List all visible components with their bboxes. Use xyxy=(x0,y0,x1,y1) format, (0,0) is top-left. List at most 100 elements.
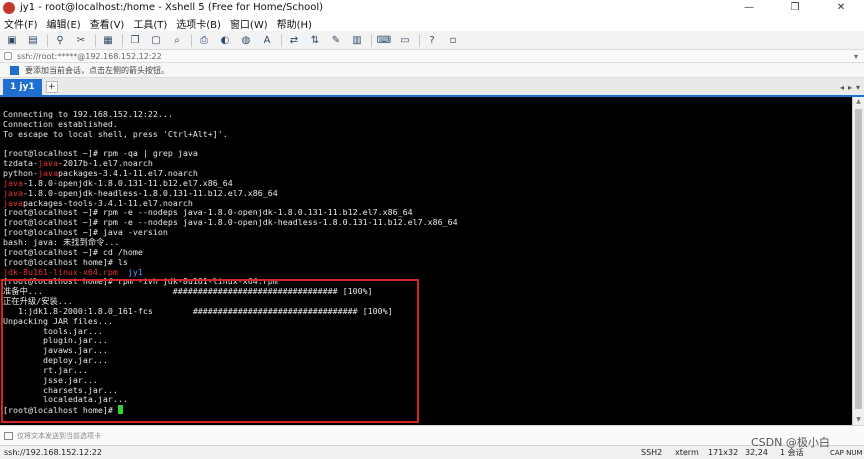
toolbar-separator xyxy=(371,33,372,47)
terminal-text: jdk-8u161-linux-x64.rpm xyxy=(3,266,118,277)
terminal-text: [root@localhost ~]# rpm -qa | grep java xyxy=(3,148,198,159)
minimize-button[interactable]: — xyxy=(726,0,772,15)
terminal-text: python- xyxy=(3,168,38,179)
font-icon[interactable]: A xyxy=(259,33,275,48)
tab-next-icon[interactable]: ▸ xyxy=(848,83,852,92)
terminal-text: To escape to local shell, press 'Ctrl+Al… xyxy=(3,128,228,139)
status-bar: ssh://192.168.152.12:22 SSH2 xterm 171x3… xyxy=(0,436,864,459)
csdn-watermark: CSDN @极小白 xyxy=(751,436,830,449)
terminal-text: [root@localhost ~]# rpm -e --nodeps java… xyxy=(3,217,458,228)
menu-view[interactable]: 查看(V) xyxy=(90,16,125,31)
toolbar-separator xyxy=(95,33,96,47)
terminal-text: Connecting to 192.168.152.12:22... xyxy=(3,109,173,119)
address-bar[interactable]: ssh://root:*****@192.168.152.12:22 ▾ xyxy=(0,50,864,63)
terminal-line: [root@localhost ~]# java -version xyxy=(3,227,852,238)
terminal-text: [root@localhost ~]# cd /home xyxy=(3,246,143,257)
xftp-icon[interactable]: ⇅ xyxy=(307,33,323,48)
hint-text: 要添加当前会话，点击左侧的箭头按钮。 xyxy=(25,65,169,75)
tab-navigation: ◂ ▸ ▾ xyxy=(840,83,864,92)
terminal-line: Connecting to 192.168.152.12:22... xyxy=(3,109,852,120)
scroll-up-icon[interactable]: ▲ xyxy=(853,97,864,107)
terminal-text: java xyxy=(3,187,23,198)
terminal-text: Connection established. xyxy=(3,118,118,129)
close-button[interactable]: ✕ xyxy=(818,0,864,15)
lock-icon[interactable]: ▥ xyxy=(349,33,365,48)
terminal-text: [root@localhost ~]# java -version xyxy=(3,227,168,238)
menu-file[interactable]: 文件(F) xyxy=(4,16,38,31)
terminal-text: java xyxy=(3,197,23,208)
toolbar-separator xyxy=(191,33,192,47)
terminal-text: java xyxy=(37,168,58,179)
print-icon[interactable]: ⎙ xyxy=(196,33,212,48)
menu-help[interactable]: 帮助(H) xyxy=(277,16,312,31)
compose-text: 仅将文本发送到当前选项卡 xyxy=(17,431,101,440)
compose-bar[interactable]: 仅将文本发送到当前选项卡 xyxy=(0,425,864,446)
tab-list-icon[interactable]: ▾ xyxy=(856,83,860,92)
status-terminal-type: xterm xyxy=(675,448,699,457)
scroll-down-icon[interactable]: ▼ xyxy=(853,415,864,425)
vertical-scrollbar[interactable]: ▲ ▼ xyxy=(852,97,864,425)
menu-window[interactable]: 窗口(W) xyxy=(230,16,268,31)
terminal-text: bash: java: 未找到命令... xyxy=(3,236,120,247)
keyboard-icon[interactable]: ⌨ xyxy=(376,33,392,48)
window-title: jy1 - root@localhost:/home - Xshell 5 (F… xyxy=(20,2,324,13)
window-controls: — ❐ ✕ xyxy=(726,0,864,15)
terminal-text: -1.8.0-openjdk-1.8.0.131-11.b12.el7.x86_… xyxy=(22,177,233,188)
terminal-text: -1.8.0-openjdk-headless-1.8.0.131-11.b12… xyxy=(22,187,278,198)
tab-prev-icon[interactable]: ◂ xyxy=(840,83,844,92)
terminal-text: -2017b-1.el7.noarch xyxy=(57,158,153,169)
address-text[interactable]: ssh://root:*****@192.168.152.12:22 xyxy=(17,52,162,61)
toolbar: ▣ ▤ ⚲ ✂ ▦ ❐ ▢ ⌕ ⎙ ◐ ◍ A ⇄ ⇅ ✎ ▥ ⌨ ▭ ? ▫ xyxy=(0,31,864,50)
terminal-line: [root@localhost ~]# cd /home xyxy=(3,246,852,258)
toolbar-separator xyxy=(419,33,420,47)
compose-bar-icon[interactable] xyxy=(4,431,13,440)
terminal-text: packages-tools-3.4.1-11.el7.noarch xyxy=(22,197,193,208)
terminal-text: jy1 xyxy=(127,266,143,277)
extra-icon[interactable]: ▫ xyxy=(445,33,461,48)
new-session-icon[interactable]: ▣ xyxy=(4,33,20,48)
toolbar-separator xyxy=(122,33,123,47)
highlight-box xyxy=(1,279,419,423)
help-icon[interactable]: ? xyxy=(424,33,440,48)
transfer-icon[interactable]: ⇄ xyxy=(286,33,302,48)
xshell-app-icon xyxy=(3,1,15,14)
tab-jy1[interactable]: 1 jy1 xyxy=(3,79,42,95)
status-host: ssh://192.168.152.12:22 xyxy=(4,448,102,457)
terminal-text: [root@localhost home]# ls xyxy=(3,256,128,267)
status-protocol: SSH2 xyxy=(641,448,663,457)
hint-bar: 要添加当前会话，点击左侧的箭头按钮。 xyxy=(0,63,864,78)
menu-edit[interactable]: 编辑(E) xyxy=(47,16,81,31)
terminal-text: tzdata- xyxy=(3,158,38,169)
menu-bar: 文件(F) 编辑(E) 查看(V) 工具(T) 选项卡(B) 窗口(W) 帮助(… xyxy=(0,15,864,31)
find-icon[interactable]: ⌕ xyxy=(169,33,185,48)
copy-icon[interactable]: ❐ xyxy=(127,33,143,48)
link-icon[interactable]: ⚲ xyxy=(52,33,68,48)
terminal-text: java xyxy=(3,177,23,188)
scroll-thumb[interactable] xyxy=(855,109,862,409)
restore-button[interactable]: ❐ xyxy=(772,0,818,15)
status-keys: CAP NUM xyxy=(830,448,863,457)
open-folder-icon[interactable]: ▤ xyxy=(25,33,41,48)
layout-icon[interactable]: ▭ xyxy=(397,33,413,48)
tab-bar: 1 jy1 + ◂ ▸ ▾ xyxy=(0,78,864,97)
toolbar-separator xyxy=(47,33,48,47)
paste-icon[interactable]: ▢ xyxy=(148,33,164,48)
terminal-line: To escape to local shell, press 'Ctrl+Al… xyxy=(3,128,852,140)
globe-icon[interactable]: ◍ xyxy=(238,33,254,48)
color-scheme-icon[interactable]: ◐ xyxy=(217,33,233,48)
session-icon xyxy=(4,52,12,60)
compose-icon[interactable]: ✎ xyxy=(328,33,344,48)
menu-tab[interactable]: 选项卡(B) xyxy=(176,16,221,31)
add-tab-button[interactable]: + xyxy=(45,81,58,93)
terminal-text: packages-3.4.1-11.el7.noarch xyxy=(57,168,198,179)
terminal-text: java xyxy=(37,158,58,169)
title-bar: jy1 - root@localhost:/home - Xshell 5 (F… xyxy=(0,0,864,15)
address-expand-icon[interactable]: ▾ xyxy=(854,52,858,61)
menu-tools[interactable]: 工具(T) xyxy=(133,16,167,31)
unlink-icon[interactable]: ✂ xyxy=(73,33,89,48)
properties-icon[interactable]: ▦ xyxy=(100,33,116,48)
toolbar-separator xyxy=(281,33,282,47)
status-size: 171x32 xyxy=(708,448,739,457)
bookmark-icon[interactable] xyxy=(10,65,19,75)
